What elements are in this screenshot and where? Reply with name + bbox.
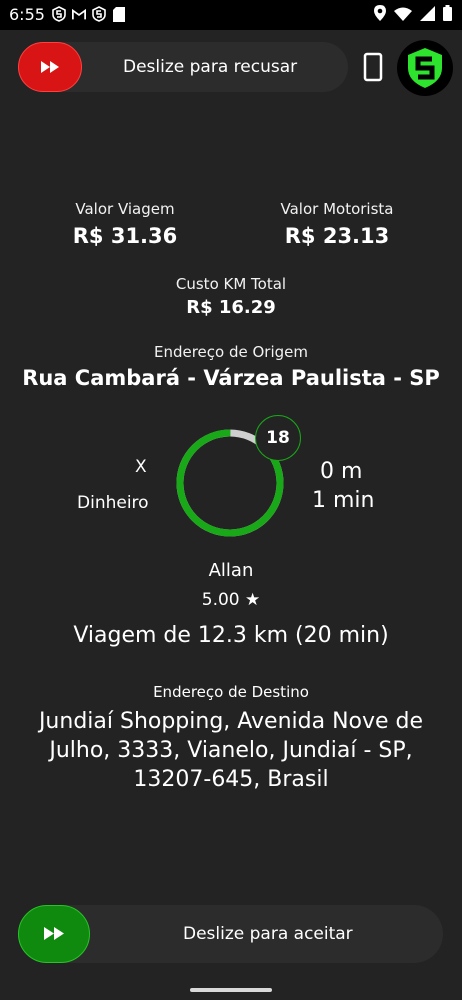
signal-icon [420,5,435,25]
system-icons [374,5,452,25]
passenger-rating: 5.00 ★ [201,590,261,610]
sd-card-icon [112,6,126,22]
trip-value-label: Valor Viagem [75,200,175,218]
reject-slider[interactable]: Deslize para recusar [18,42,348,92]
origin-label: Endereço de Origem [153,343,308,361]
home-indicator[interactable] [190,988,272,992]
phone-icon[interactable] [362,52,384,82]
accept-slider-handle[interactable] [18,905,90,963]
location-icon [374,5,386,25]
x-label: X [135,457,147,477]
pickup-distance: 0 m [320,459,363,484]
cost-km-label: Custo KM Total [175,275,287,293]
fast-forward-icon [44,925,64,944]
reject-slider-handle[interactable] [18,42,82,92]
driver-value: R$ 23.13 [284,224,390,248]
passenger-name: Allan [208,560,254,581]
reject-slider-label: Deslize para recusar [123,57,298,77]
driver-value-label: Valor Motorista [280,200,394,218]
countdown-badge: 18 [255,415,301,461]
notification-icons [52,6,126,22]
payment-method: Dinheiro [77,493,149,513]
fast-forward-icon [41,58,59,77]
app-logo [397,40,453,96]
cost-km-value: R$ 16.29 [186,297,276,318]
accept-slider-label: Deslize para aceitar [183,924,353,944]
status-bar: 6:55 [0,0,462,30]
trip-summary: Viagem de 12.3 km (20 min) [73,623,389,648]
s-app-icon [92,6,106,22]
destination-label: Endereço de Destino [153,683,309,701]
origin-address: Rua Cambará - Várzea Paulista - SP [22,366,440,390]
pickup-time: 1 min [312,488,375,513]
accept-slider[interactable]: Deslize para aceitar [18,905,443,963]
gmail-icon [72,6,86,22]
wifi-icon [394,6,412,25]
destination-address: Jundiaí Shopping, Avenida Nove de Julho,… [38,709,424,792]
trip-value: R$ 31.36 [72,224,178,248]
s-app-icon [52,6,66,22]
battery-icon [443,5,452,25]
status-time: 6:55 [9,5,45,24]
